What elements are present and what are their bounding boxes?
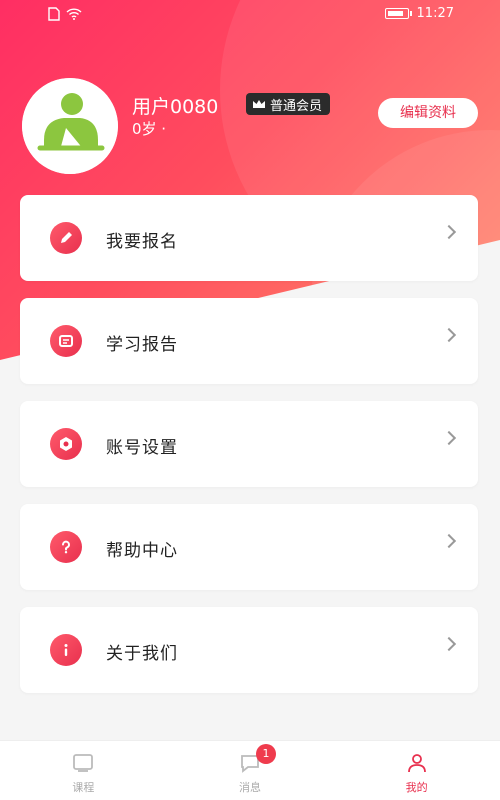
- course-icon: [73, 754, 94, 772]
- profile-icon: [407, 754, 426, 773]
- vip-badge: 普通会员: [246, 93, 331, 115]
- menu-item-label: 帮助中心: [106, 541, 178, 561]
- settings-icon: [50, 428, 82, 460]
- tab-course[interactable]: 课程: [0, 741, 167, 800]
- battery-icon: [384, 8, 412, 19]
- menu-item-label: 我要报名: [106, 232, 178, 252]
- chevron-right-icon: [441, 533, 457, 549]
- menu-list: 我要报名 学习报告 账号设置 帮助中心 关于我们: [20, 195, 478, 710]
- vip-label: 普通会员: [270, 98, 323, 114]
- bottom-tab-bar: 课程 1 消息 我的: [0, 740, 500, 800]
- menu-item-help-center[interactable]: 帮助中心: [20, 504, 478, 590]
- help-icon: [50, 531, 82, 563]
- message-badge: 1: [256, 744, 276, 764]
- info-icon: [50, 634, 82, 666]
- tab-message[interactable]: 1 消息: [167, 741, 334, 800]
- menu-item-about-us[interactable]: 关于我们: [20, 607, 478, 693]
- menu-item-label: 学习报告: [106, 335, 178, 355]
- edit-icon: [50, 222, 82, 254]
- crown-icon: [253, 100, 265, 108]
- menu-item-account-settings[interactable]: 账号设置: [20, 401, 478, 487]
- sim-icon: [48, 7, 60, 21]
- tab-label: 课程: [72, 781, 95, 794]
- status-right: 11:27: [384, 6, 454, 21]
- chevron-right-icon: [441, 327, 457, 343]
- report-icon: [50, 325, 82, 357]
- chevron-right-icon: [441, 224, 457, 240]
- menu-item-label: 关于我们: [106, 644, 178, 664]
- tab-profile[interactable]: 我的: [333, 741, 500, 800]
- menu-item-study-report[interactable]: 学习报告: [20, 298, 478, 384]
- edit-profile-button[interactable]: 编辑资料: [378, 98, 478, 128]
- wifi-icon: [66, 8, 82, 20]
- avatar[interactable]: [22, 78, 118, 174]
- tab-label: 我的: [405, 781, 428, 794]
- username: 用户0080: [132, 96, 219, 118]
- chevron-right-icon: [441, 636, 457, 652]
- chevron-right-icon: [441, 430, 457, 446]
- status-bar: 11:27: [0, 0, 500, 30]
- status-time: 11:27: [416, 6, 454, 21]
- tab-label: 消息: [239, 781, 261, 794]
- menu-item-signup[interactable]: 我要报名: [20, 195, 478, 281]
- age-text: 0岁 ·: [132, 120, 167, 138]
- avatar-person-icon: [22, 78, 118, 174]
- profile-section: 用户0080 普通会员 0岁 · 编辑资料: [22, 78, 482, 174]
- menu-item-label: 账号设置: [106, 438, 178, 458]
- status-left: [48, 7, 82, 21]
